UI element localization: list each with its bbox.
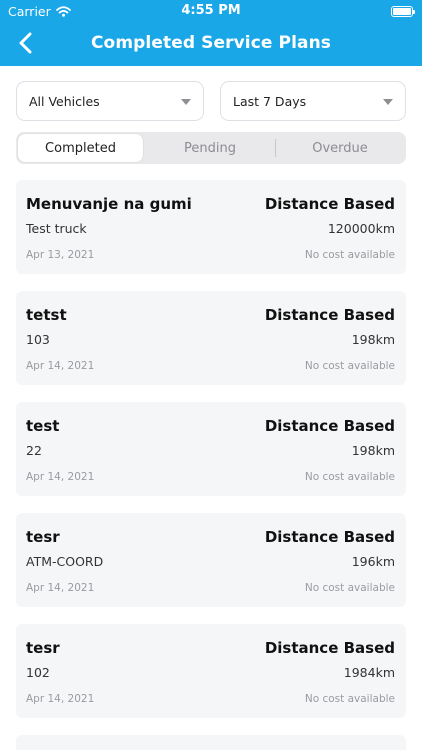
plan-distance: 1984km: [343, 665, 395, 680]
caret-down-icon: [383, 99, 393, 105]
vehicle-filter-value: All Vehicles: [29, 93, 100, 109]
period-filter-dropdown[interactable]: Last 7 Days: [220, 81, 406, 121]
plan-type: Distance Based: [264, 417, 395, 435]
plan-distance: 120000km: [327, 221, 395, 236]
plan-type: Distance Based: [264, 639, 395, 657]
plan-name: Menuvanje na gumi: [26, 195, 192, 213]
tab-pending[interactable]: Pending: [145, 134, 275, 162]
nav-header: Carrier 4:55 PM Completed Service Plans: [0, 0, 422, 66]
page-title: Completed Service Plans: [90, 33, 331, 53]
plan-cost: No cost available: [304, 360, 395, 372]
vehicle-filter-dropdown[interactable]: All Vehicles: [16, 81, 204, 121]
service-plan-card[interactable]: Menuvanje na gumi Distance Based Test tr…: [16, 180, 406, 274]
plan-cost: No cost available: [304, 249, 395, 261]
status-segmented-control: Completed Pending Overdue: [16, 132, 406, 164]
plan-cost: No cost available: [304, 582, 395, 594]
plan-date: Apr 14, 2021: [26, 471, 95, 483]
clock: 4:55 PM: [181, 3, 241, 18]
battery-icon: [391, 6, 415, 17]
plan-type: Distance Based: [264, 306, 395, 324]
plan-type: Distance Based: [264, 195, 395, 213]
service-plan-card[interactable]: tesr Distance Based ATM-COORD 196km Apr …: [16, 513, 406, 607]
plan-name: test: [26, 417, 60, 435]
plan-name: tesr: [26, 639, 60, 657]
plan-distance: 198km: [351, 332, 395, 347]
service-plan-card[interactable]: tesr Distance Based 102 1984km Apr 14, 2…: [16, 624, 406, 718]
plan-vehicle: 103: [26, 332, 50, 347]
plan-distance: 196km: [351, 554, 395, 569]
plan-type: Distance Based: [264, 528, 395, 546]
plan-vehicle: 22: [26, 443, 42, 458]
service-plan-card-partial[interactable]: [16, 735, 406, 750]
plan-date: Apr 14, 2021: [26, 582, 95, 594]
plan-cost: No cost available: [304, 693, 395, 705]
plan-vehicle: 102: [26, 665, 50, 680]
period-filter-value: Last 7 Days: [233, 93, 307, 109]
plan-date: Apr 14, 2021: [26, 693, 95, 705]
plan-cost: No cost available: [304, 471, 395, 483]
service-plan-card[interactable]: test Distance Based 22 198km Apr 14, 202…: [16, 402, 406, 496]
tab-completed[interactable]: Completed: [18, 134, 143, 162]
plan-name: tetst: [26, 306, 67, 324]
service-plan-card[interactable]: tetst Distance Based 103 198km Apr 14, 2…: [16, 291, 406, 385]
plan-distance: 198km: [351, 443, 395, 458]
tab-overdue[interactable]: Overdue: [276, 134, 404, 162]
plan-name: tesr: [26, 528, 60, 546]
plan-vehicle: Test truck: [26, 221, 87, 236]
caret-down-icon: [181, 99, 191, 105]
plan-vehicle: ATM-COORD: [26, 554, 104, 569]
status-bar: Carrier 4:55 PM: [0, 0, 422, 24]
plan-date: Apr 13, 2021: [26, 249, 95, 261]
plan-date: Apr 14, 2021: [26, 360, 95, 372]
